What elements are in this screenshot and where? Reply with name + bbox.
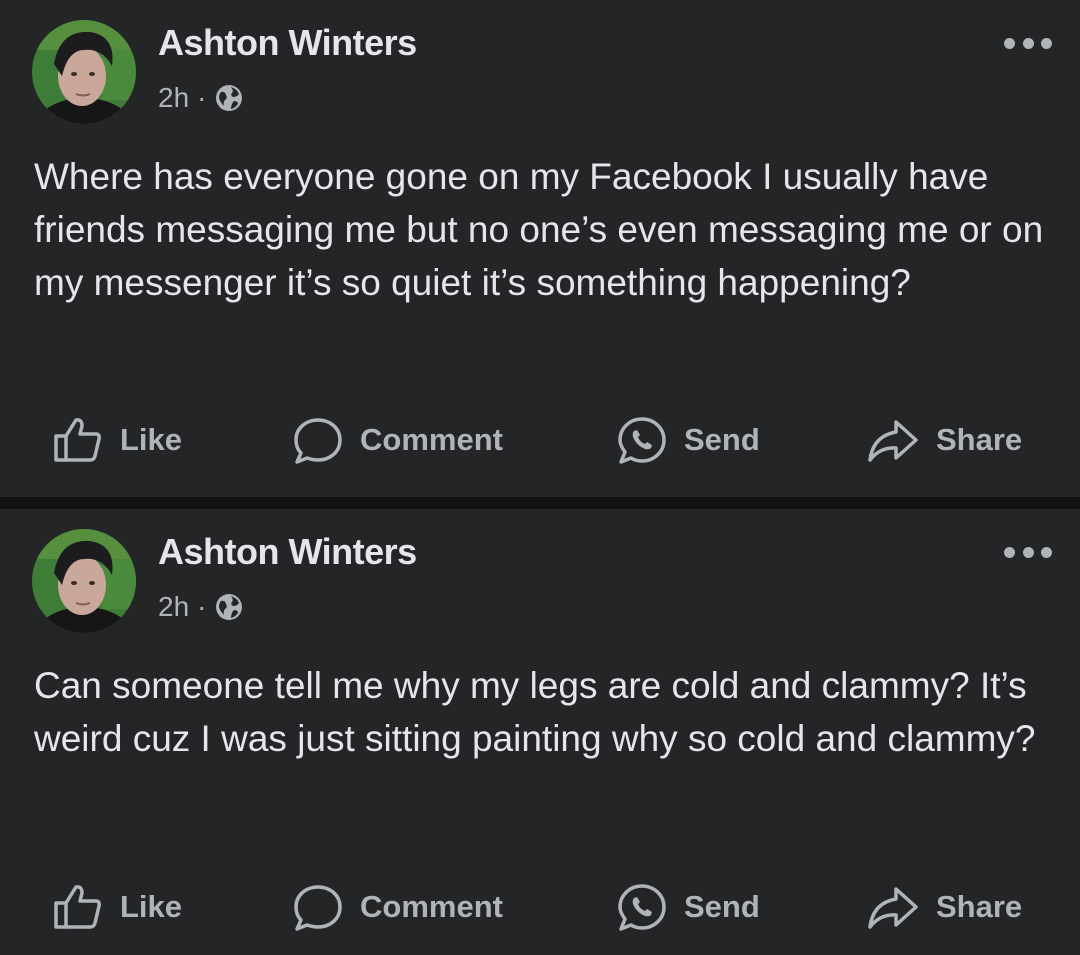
share-label: Share bbox=[936, 422, 1023, 457]
like-label: Like bbox=[120, 889, 183, 924]
thumbs-up-icon bbox=[54, 885, 101, 929]
post-actions: Like Comment Send Share bbox=[0, 410, 1080, 470]
post-timestamp[interactable]: 2h bbox=[158, 591, 189, 623]
share-arrow-icon bbox=[868, 420, 918, 462]
like-button[interactable]: Like bbox=[52, 877, 182, 937]
like-button[interactable]: Like bbox=[52, 410, 182, 470]
comment-icon bbox=[294, 418, 342, 464]
like-label: Like bbox=[120, 422, 183, 457]
post-meta: 2h · bbox=[158, 80, 244, 116]
more-options-button[interactable] bbox=[1004, 36, 1052, 50]
share-button[interactable]: Share bbox=[866, 410, 1022, 470]
comment-button[interactable]: Comment bbox=[292, 410, 503, 470]
post-meta: 2h · bbox=[158, 589, 244, 625]
share-arrow-icon bbox=[868, 887, 918, 929]
comment-button[interactable]: Comment bbox=[292, 877, 503, 937]
comment-label: Comment bbox=[360, 422, 503, 457]
meta-separator: · bbox=[197, 82, 207, 113]
share-label: Share bbox=[936, 889, 1023, 924]
post-text: Can someone tell me why my legs are cold… bbox=[34, 665, 1036, 759]
post-actions: Like Comment Send Share bbox=[0, 877, 1080, 937]
whatsapp-send-icon bbox=[618, 417, 666, 464]
more-options-button[interactable] bbox=[1004, 545, 1052, 559]
comment-icon bbox=[294, 885, 342, 931]
more-dot bbox=[1022, 37, 1034, 49]
send-button[interactable]: Send bbox=[616, 877, 760, 937]
more-dot bbox=[1022, 546, 1034, 558]
post-card: Ashton Winters 2h · Can someone tell me … bbox=[0, 509, 1080, 955]
post-text: Where has everyone gone on my Facebook I… bbox=[34, 156, 1044, 303]
post-timestamp[interactable]: 2h bbox=[158, 82, 189, 114]
more-dot bbox=[1004, 37, 1015, 49]
send-label: Send bbox=[684, 889, 760, 924]
thumbs-up-icon bbox=[54, 418, 101, 462]
more-dot bbox=[1004, 546, 1015, 558]
share-button[interactable]: Share bbox=[866, 877, 1022, 937]
author-avatar[interactable] bbox=[32, 20, 136, 124]
globe-icon bbox=[214, 83, 244, 113]
author-name[interactable]: Ashton Winters bbox=[158, 531, 417, 573]
comment-label: Comment bbox=[360, 889, 503, 924]
more-dot bbox=[1041, 546, 1052, 558]
author-avatar[interactable] bbox=[32, 529, 136, 633]
send-button[interactable]: Send bbox=[616, 410, 760, 470]
send-label: Send bbox=[684, 422, 760, 457]
globe-icon bbox=[214, 592, 244, 622]
post-card: Ashton Winters 2h · Where has everyone g… bbox=[0, 0, 1080, 497]
meta-separator: · bbox=[197, 591, 207, 622]
whatsapp-send-icon bbox=[618, 884, 666, 931]
more-dot bbox=[1041, 37, 1052, 49]
author-name[interactable]: Ashton Winters bbox=[158, 22, 417, 64]
